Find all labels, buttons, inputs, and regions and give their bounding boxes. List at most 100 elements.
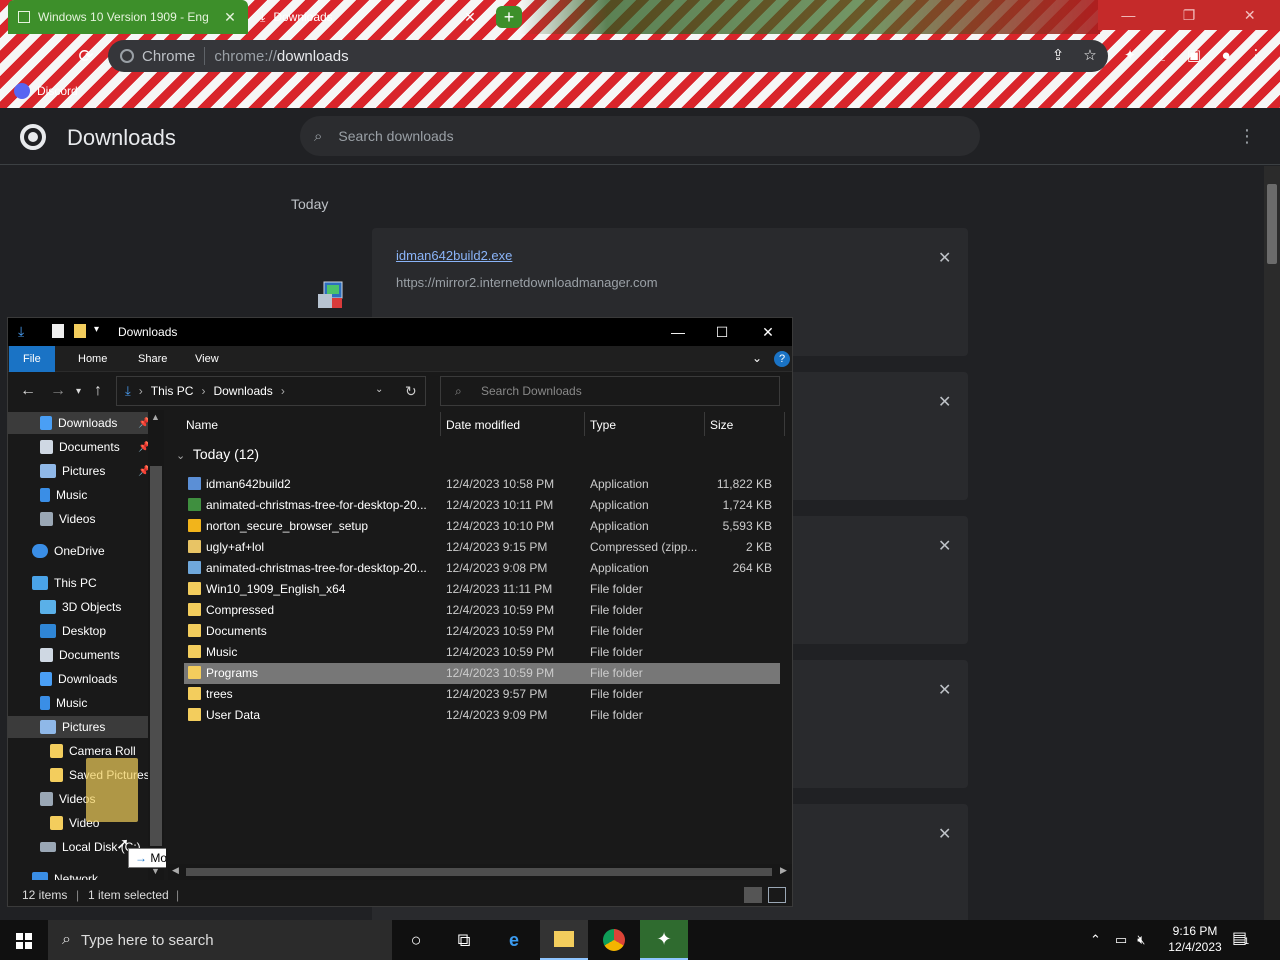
breadcrumb-this-pc[interactable]: This PC — [151, 384, 194, 398]
details-view-icon[interactable] — [744, 887, 762, 903]
show-hidden-icons-icon[interactable]: ⌃ — [1090, 932, 1101, 948]
downloads-search-input[interactable]: ⌕ Search downloads — [300, 116, 980, 156]
scrollbar-thumb[interactable] — [186, 868, 772, 876]
taskbar-clock[interactable]: 9:16 PM 12/4/2023 — [1162, 923, 1228, 955]
new-folder-icon[interactable] — [74, 324, 86, 338]
more-options-icon[interactable]: ⋮ — [1238, 126, 1256, 147]
reload-icon[interactable]: ⟳ — [72, 42, 100, 70]
tab-windows10[interactable]: Windows 10 Version 1909 - Eng ✕ — [8, 0, 248, 34]
downloads-icon[interactable]: ⤓ — [1152, 46, 1172, 66]
page-scrollbar[interactable] — [1264, 166, 1280, 920]
refresh-icon[interactable]: ↻ — [405, 383, 417, 400]
ribbon-tab-share[interactable]: Share — [124, 346, 181, 372]
network-icon[interactable]: ▭ — [1115, 932, 1127, 948]
file-row[interactable]: animated-christmas-tree-for-desktop-20..… — [184, 558, 780, 579]
new-tab-button[interactable]: + — [496, 6, 522, 28]
tab-downloads[interactable]: ⤓ Downloads ✕ — [250, 0, 488, 34]
column-divider[interactable] — [704, 412, 705, 436]
column-divider[interactable] — [784, 412, 785, 436]
recent-locations-icon[interactable]: ▾ — [76, 386, 81, 397]
nav-item-pictures[interactable]: Pictures 📌 — [40, 460, 150, 482]
file-row[interactable]: trees 12/4/2023 9:57 PM File folder — [184, 684, 780, 705]
nav-item-music[interactable]: Music — [40, 692, 87, 714]
nav-item-videos[interactable]: Videos — [40, 508, 95, 530]
expand-ribbon-icon[interactable]: ⌄ — [752, 351, 762, 365]
ribbon-tab-file[interactable]: File — [9, 346, 55, 372]
collapse-chevron-icon[interactable]: ⌄ — [176, 450, 185, 462]
forward-arrow-icon[interactable]: → — [50, 382, 66, 400]
back-arrow-icon[interactable]: ← — [20, 382, 36, 400]
remove-download-icon[interactable]: ✕ — [938, 680, 951, 700]
share-icon[interactable]: ⇪ — [1048, 46, 1068, 66]
close-button[interactable]: ✕ — [1219, 0, 1280, 30]
nav-item-this-pc[interactable]: This PC — [32, 572, 97, 594]
nav-item-documents[interactable]: Documents — [40, 644, 120, 666]
ribbon-tab-view[interactable]: View — [181, 346, 233, 372]
remove-download-icon[interactable]: ✕ — [938, 392, 951, 412]
column-header-type[interactable]: Type — [590, 418, 616, 432]
remove-download-icon[interactable]: ✕ — [938, 536, 951, 556]
nav-item-desktop[interactable]: Desktop — [40, 620, 106, 642]
customize-toolbar-icon[interactable]: ▾ — [94, 324, 99, 335]
bookmark-star-icon[interactable]: ☆ — [1080, 46, 1100, 66]
nav-pane-scrollbar[interactable]: ▲ ▼ — [148, 410, 164, 880]
notifications-icon[interactable]: ▤ 1 — [1232, 928, 1249, 948]
task-view-icon[interactable]: ⧉ — [440, 920, 488, 960]
profile-avatar-icon[interactable]: ● — [1216, 46, 1236, 66]
scrollbar-thumb[interactable] — [1267, 184, 1277, 264]
scrollbar-thumb[interactable] — [150, 466, 162, 846]
nav-item-music[interactable]: Music — [40, 484, 87, 506]
download-file-link[interactable]: idman642build2.exe — [396, 248, 512, 263]
column-divider[interactable] — [440, 412, 441, 436]
extensions-icon[interactable]: ✦ — [1120, 46, 1140, 66]
nav-item-documents[interactable]: Documents 📌 — [40, 436, 150, 458]
file-row[interactable]: Compressed 12/4/2023 10:59 PM File folder — [184, 600, 780, 621]
breadcrumb-downloads[interactable]: Downloads — [213, 384, 272, 398]
windows-start-icon[interactable] — [0, 920, 48, 960]
file-row[interactable]: ugly+af+lol 12/4/2023 9:15 PM Compressed (… — [184, 537, 780, 558]
close-button[interactable]: ✕ — [746, 320, 790, 344]
file-row[interactable]: Win10_1909_English_x64 12/4/2023 11:11 PM… — [184, 579, 780, 600]
file-row[interactable]: Music 12/4/2023 10:59 PM File folder — [184, 642, 780, 663]
minimize-button[interactable]: — — [1098, 0, 1159, 30]
minimize-button[interactable]: — — [656, 320, 700, 344]
explorer-address-bar[interactable]: ⤓ › This PC › Downloads › ⌄ ↻ — [116, 376, 426, 406]
remove-download-icon[interactable]: ✕ — [938, 824, 951, 844]
group-header[interactable]: ⌄ Today (12) — [176, 446, 259, 462]
maximize-button[interactable]: ☐ — [700, 320, 744, 344]
file-row[interactable]: animated-christmas-tree-for-desktop-20..… — [184, 495, 780, 516]
maximize-button[interactable]: ❐ — [1159, 0, 1220, 30]
tab-close-icon[interactable]: ✕ — [222, 9, 238, 26]
nav-item-onedrive[interactable]: OneDrive — [32, 540, 105, 562]
file-row[interactable]: Programs 12/4/2023 10:59 PM File folder — [184, 663, 780, 684]
explorer-search-input[interactable]: ⌕ Search Downloads — [440, 376, 780, 406]
cortana-icon[interactable]: ○ — [392, 920, 440, 960]
column-header-size[interactable]: Size — [710, 418, 733, 432]
file-row[interactable]: User Data 12/4/2023 9:09 PM File folder — [184, 705, 780, 726]
chrome-menu-icon[interactable]: ⋮ — [1246, 46, 1266, 66]
up-arrow-icon[interactable]: ↑ — [94, 382, 102, 400]
chrome-icon[interactable] — [590, 920, 638, 960]
column-header-name[interactable]: Name — [186, 418, 218, 432]
nav-item-3d-objects[interactable]: 3D Objects — [40, 596, 121, 618]
taskbar-search-input[interactable]: ⌕ Type here to search — [48, 920, 392, 960]
download-source-url[interactable]: https://mirror2.internetdownloadmanager.… — [396, 275, 658, 290]
nav-item-pictures-drop-target[interactable]: Pictures — [8, 716, 148, 738]
bookmark-discord[interactable]: Discord — [37, 84, 78, 98]
horizontal-scrollbar[interactable]: ◀ ▶ — [168, 864, 792, 880]
file-row[interactable]: idman642build2 12/4/2023 10:58 PM Applicat… — [184, 474, 780, 495]
large-icons-view-icon[interactable] — [768, 887, 786, 903]
properties-icon[interactable] — [52, 324, 64, 338]
scroll-up-icon[interactable]: ▲ — [151, 412, 160, 422]
column-header-date[interactable]: Date modified — [446, 418, 520, 432]
scroll-right-icon[interactable]: ▶ — [780, 865, 787, 876]
file-row[interactable]: norton_secure_browser_setup 12/4/2023 10:… — [184, 516, 780, 537]
address-bar[interactable]: Chrome chrome://downloads ⇪ ☆ — [108, 40, 1108, 72]
scroll-left-icon[interactable]: ◀ — [172, 865, 179, 876]
volume-muted-icon[interactable]: 🔇︎ — [1137, 932, 1145, 948]
remove-download-icon[interactable]: ✕ — [938, 248, 951, 268]
nav-item-network[interactable]: Network — [32, 868, 98, 880]
address-dropdown-icon[interactable]: ⌄ — [375, 384, 383, 395]
ribbon-tab-home[interactable]: Home — [64, 346, 121, 372]
file-explorer-icon[interactable] — [540, 920, 588, 960]
